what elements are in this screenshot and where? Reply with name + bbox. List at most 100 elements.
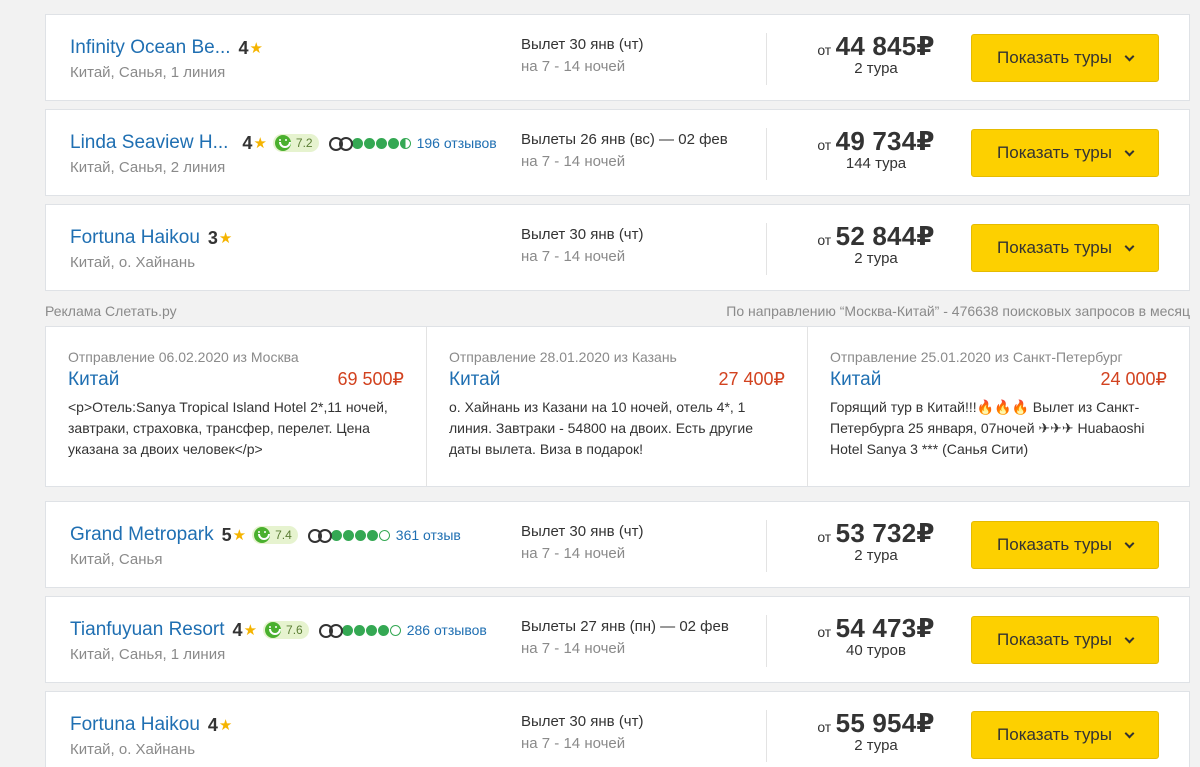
show-tours-label: Показать туры [997, 48, 1112, 67]
price-from-label: от [817, 232, 832, 248]
rating-dot-icon [363, 137, 375, 149]
price-block: от 53 732₽ 2 тура [806, 518, 946, 564]
tours-count: 40 туров [846, 642, 906, 659]
show-tours-button[interactable]: Показать туры [971, 711, 1159, 759]
rating-value: 7.6 [286, 623, 303, 637]
show-tours-button[interactable]: Показать туры [971, 224, 1159, 272]
currency-sign: ₽ [916, 126, 935, 156]
show-tours-button[interactable]: Показать туры [971, 34, 1159, 82]
show-tours-label: Показать туры [997, 725, 1112, 744]
nights-range: на 7 - 14 ночей [521, 248, 626, 265]
price-from-label: от [817, 719, 832, 735]
hotel-name-link[interactable]: Fortuna Haikou [70, 227, 200, 249]
tripadvisor-owl-icon [328, 136, 353, 151]
ad-description: о. Хайнань из Казани на 10 ночей, отель … [449, 399, 753, 457]
tripadvisor-rating[interactable]: 286 отзывов [318, 622, 487, 638]
ad-departure: Отправление 06.02.2020 из Москва [68, 349, 299, 365]
rating-dot-icon [341, 624, 353, 636]
hotel-name-link[interactable]: Tianfuyuan Resort [70, 619, 225, 641]
price-from-label: от [817, 137, 832, 153]
price-value: 49 734 [835, 126, 917, 156]
hotel-stars: 5 [221, 524, 232, 545]
ad-item[interactable]: Отправление 28.01.2020 из Казань Китай 27… [427, 327, 808, 486]
ad-destination-link[interactable]: Китай [830, 369, 881, 391]
hotel-location: Китай, о. Хайнань [70, 741, 196, 758]
rating-dot-empty-icon [389, 624, 401, 636]
rating-dot-icon [342, 529, 354, 541]
departure-date: Вылет 30 янв (чт) [521, 523, 644, 540]
rating-dot-icon [354, 529, 366, 541]
reviews-link[interactable]: 361 отзыв [396, 527, 461, 543]
price-from-label: от [817, 529, 832, 545]
tripadvisor-owl-icon [307, 528, 332, 543]
hotel-name-link[interactable]: Grand Metropark [70, 524, 214, 546]
currency-sign: ₽ [916, 221, 935, 251]
ad-block: Отправление 06.02.2020 из Москва Китай 69… [45, 326, 1190, 487]
hotel-header: Infinity Ocean Be... 4 ★ [70, 37, 263, 59]
ad-destination-link[interactable]: Китай [68, 369, 119, 391]
hotel-location: Китай, Санья, 2 линия [70, 159, 226, 176]
reviews-link[interactable]: 286 отзывов [407, 622, 487, 638]
tour-card: Linda Seaview H... 4 ★ 7.2 196 отзывов Ки… [45, 109, 1190, 196]
hotel-location: Китай, Санья [70, 551, 163, 568]
ad-price: 27 400₽ [718, 369, 785, 389]
price-value: 44 845 [835, 31, 917, 61]
divider [766, 520, 767, 572]
ad-search-stats: По направлению “Москва-Китай” - 476638 п… [726, 303, 1190, 319]
price-block: от 55 954₽ 2 тура [806, 708, 946, 754]
rating-badge: 7.2 [272, 134, 319, 152]
price-from-label: от [817, 42, 832, 58]
tour-card: Fortuna Haikou 3 ★ Китай, о. Хайнань Выле… [45, 204, 1190, 291]
tripadvisor-rating[interactable]: 196 отзывов [328, 135, 497, 151]
chevron-down-icon [1124, 728, 1135, 738]
currency-sign: ₽ [916, 31, 935, 61]
star-icon: ★ [218, 717, 233, 734]
departure-date: Вылет 30 янв (чт) [521, 226, 644, 243]
reviews-link[interactable]: 196 отзывов [417, 135, 497, 151]
ad-destination-link[interactable]: Китай [449, 369, 500, 391]
tours-count: 2 тура [854, 60, 898, 77]
hotel-name-link[interactable]: Fortuna Haikou [70, 714, 200, 736]
tripadvisor-owl-icon [318, 623, 343, 638]
nights-range: на 7 - 14 ночей [521, 153, 626, 170]
rating-dot-half-icon [399, 137, 411, 149]
divider [766, 710, 767, 762]
nights-range: на 7 - 14 ночей [521, 640, 626, 657]
chevron-down-icon [1124, 51, 1135, 61]
rating-dot-icon [387, 137, 399, 149]
hotel-name-link[interactable]: Linda Seaview H... [70, 132, 228, 154]
departure-date: Вылеты 27 янв (пн) — 02 фев [521, 618, 729, 635]
tour-card: Fortuna Haikou 4 ★ Китай, о. Хайнань Выле… [45, 691, 1190, 767]
hotel-stars: 4 [242, 132, 253, 153]
tripadvisor-rating[interactable]: 361 отзыв [307, 527, 461, 543]
rating-dot-icon [366, 529, 378, 541]
hotel-header: Linda Seaview H... 4 ★ 7.2 196 отзывов [70, 132, 497, 154]
rating-badge: 7.6 [263, 621, 309, 639]
hotel-name-link[interactable]: Infinity Ocean Be... [70, 37, 231, 59]
chevron-down-icon [1124, 146, 1135, 156]
price-block: от 49 734₽ 144 тура [806, 126, 946, 172]
rating-dot-icon [351, 137, 363, 149]
price-block: от 44 845₽ 2 тура [806, 31, 946, 77]
hotel-location: Китай, Санья, 1 линия [70, 64, 226, 81]
ad-item[interactable]: Отправление 25.01.2020 из Санкт-Петербур… [808, 327, 1189, 486]
show-tours-button[interactable]: Показать туры [971, 129, 1159, 177]
rating-dot-empty-icon [378, 529, 390, 541]
price-block: от 52 844₽ 2 тура [806, 221, 946, 267]
hotel-location: Китай, о. Хайнань [70, 254, 196, 271]
hotel-location: Китай, Санья, 1 линия [70, 646, 226, 663]
chevron-down-icon [1124, 633, 1135, 643]
rating-dot-icon [365, 624, 377, 636]
ad-price: 24 000₽ [1100, 369, 1167, 389]
price-value: 53 732 [835, 518, 917, 548]
departure-date: Вылеты 26 янв (вс) — 02 фев [521, 131, 728, 148]
ad-departure: Отправление 28.01.2020 из Казань [449, 349, 677, 365]
nights-range: на 7 - 14 ночей [521, 735, 626, 752]
ad-item[interactable]: Отправление 06.02.2020 из Москва Китай 69… [46, 327, 427, 486]
currency-sign: ₽ [916, 613, 935, 643]
show-tours-button[interactable]: Показать туры [971, 521, 1159, 569]
divider [766, 128, 767, 180]
rating-badge: 7.4 [252, 526, 298, 544]
show-tours-button[interactable]: Показать туры [971, 616, 1159, 664]
tour-card: Infinity Ocean Be... 4 ★ Китай, Санья, 1 … [45, 14, 1190, 101]
